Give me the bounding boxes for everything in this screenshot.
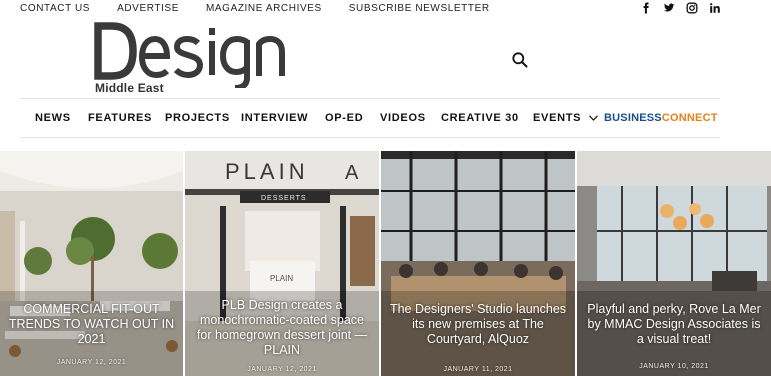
nav-news[interactable]: NEWS	[35, 112, 71, 124]
nav-interview[interactable]: INTERVIEW	[241, 112, 308, 124]
article-date: JANUARY 11, 2021	[443, 366, 513, 373]
article-title[interactable]: The Designers' Studio launches its new p…	[387, 302, 569, 347]
article-title[interactable]: Playful and perky, Rove La Mer by MMAC D…	[583, 302, 765, 347]
linkedin-icon[interactable]	[709, 2, 721, 14]
article-date: JANUARY 10, 2021	[639, 363, 709, 370]
business-text: BUSINESS	[604, 112, 662, 124]
facebook-icon[interactable]	[640, 2, 652, 14]
nav-events[interactable]: EVENTS	[533, 112, 598, 124]
svg-text:PLAIN: PLAIN	[225, 159, 309, 184]
logo-subtitle: Middle East	[95, 81, 164, 95]
featured-articles: COMMERCIAL FIT-OUT TRENDS TO WATCH OUT I…	[0, 151, 771, 376]
design-wordmark-logo	[94, 22, 285, 88]
header-divider	[20, 98, 720, 99]
article-card[interactable]: The Designers' Studio launches its new p…	[381, 151, 575, 376]
top-bar: CONTACT US ADVERTISE MAGAZINE ARCHIVES S…	[0, 0, 771, 18]
svg-text:PLAIN: PLAIN	[270, 274, 293, 283]
site-logo[interactable]: Middle East	[94, 22, 294, 96]
nav-op-ed[interactable]: OP-ED	[325, 112, 363, 124]
instagram-icon[interactable]	[686, 2, 698, 14]
subscribe-newsletter-link[interactable]: SUBSCRIBE NEWSLETTER	[349, 3, 490, 14]
nav-features[interactable]: FEATURES	[88, 112, 152, 124]
nav-projects[interactable]: PROJECTS	[165, 112, 230, 124]
nav-creative-30[interactable]: CREATIVE 30	[441, 112, 519, 124]
search-icon	[512, 52, 528, 68]
svg-text:DESSERTS: DESSERTS	[261, 195, 307, 202]
social-links	[629, 2, 721, 14]
nav-videos[interactable]: VIDEOS	[380, 112, 426, 124]
magazine-archives-link[interactable]: MAGAZINE ARCHIVES	[206, 3, 322, 14]
twitter-icon[interactable]	[663, 2, 675, 14]
article-card[interactable]: PLAIN A DESSERTS PLAIN PLB Design create…	[185, 151, 379, 376]
article-date: JANUARY 12, 2021	[247, 366, 317, 373]
article-title[interactable]: PLB Design creates a monochromatic-coate…	[191, 298, 373, 358]
search-button[interactable]	[511, 51, 529, 69]
contact-us-link[interactable]: CONTACT US	[20, 3, 90, 14]
advertise-link[interactable]: ADVERTISE	[117, 3, 179, 14]
svg-text:A: A	[345, 162, 359, 184]
connect-text: CONNECT	[661, 112, 718, 124]
chevron-down-icon	[589, 115, 598, 121]
nav-events-label: EVENTS	[533, 112, 582, 124]
article-card[interactable]: Playful and perky, Rove La Mer by MMAC D…	[577, 151, 771, 376]
article-title[interactable]: COMMERCIAL FIT-OUT TRENDS TO WATCH OUT I…	[6, 302, 177, 347]
main-nav: NEWS FEATURES PROJECTS INTERVIEW OP-ED V…	[0, 110, 771, 128]
article-date: JANUARY 12, 2021	[56, 359, 127, 366]
nav-divider	[20, 137, 720, 138]
article-card[interactable]: COMMERCIAL FIT-OUT TRENDS TO WATCH OUT I…	[0, 151, 183, 376]
business-connect-link[interactable]: BUSINESSCONNECT	[604, 112, 718, 124]
top-links: CONTACT US ADVERTISE MAGAZINE ARCHIVES S…	[20, 3, 517, 14]
